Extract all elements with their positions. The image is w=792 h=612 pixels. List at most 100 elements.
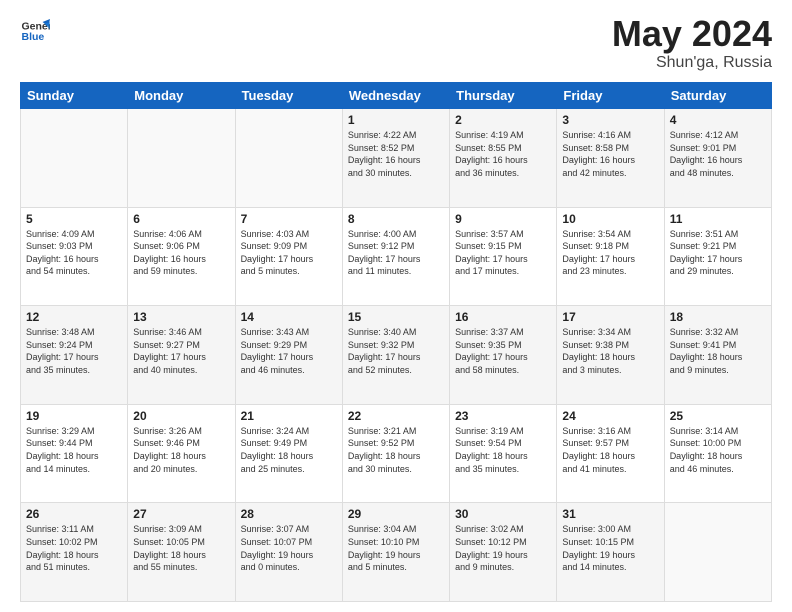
- day-number: 2: [455, 113, 551, 127]
- day-info: Sunrise: 3:43 AM Sunset: 9:29 PM Dayligh…: [241, 326, 337, 376]
- day-number: 11: [670, 212, 766, 226]
- day-number: 17: [562, 310, 658, 324]
- logo-icon: General Blue: [20, 16, 50, 46]
- day-info: Sunrise: 3:57 AM Sunset: 9:15 PM Dayligh…: [455, 228, 551, 278]
- title-location: Shun'ga, Russia: [612, 54, 772, 72]
- calendar-day-cell: 21 Sunrise: 3:24 AM Sunset: 9:49 PM Dayli…: [235, 404, 342, 503]
- calendar-day-cell: 31Sunrise: 3:00 AM Sunset: 10:15 PM Dayl…: [557, 503, 664, 602]
- day-info: Sunrise: 4:00 AM Sunset: 9:12 PM Dayligh…: [348, 228, 444, 278]
- header: General Blue May 2024 Shun'ga, Russia: [20, 16, 772, 72]
- day-info: Sunrise: 3:46 AM Sunset: 9:27 PM Dayligh…: [133, 326, 229, 376]
- day-number: 16: [455, 310, 551, 324]
- svg-text:Blue: Blue: [22, 31, 45, 43]
- day-number: 14: [241, 310, 337, 324]
- day-number: 31: [562, 507, 658, 521]
- col-saturday: Saturday: [664, 83, 771, 109]
- day-number: 18: [670, 310, 766, 324]
- day-number: 26: [26, 507, 122, 521]
- calendar: Sunday Monday Tuesday Wednesday Thursday…: [20, 82, 772, 602]
- day-info: Sunrise: 3:04 AM Sunset: 10:10 PM Daylig…: [348, 523, 444, 573]
- day-info: Sunrise: 3:07 AM Sunset: 10:07 PM Daylig…: [241, 523, 337, 573]
- day-info: Sunrise: 4:16 AM Sunset: 8:58 PM Dayligh…: [562, 129, 658, 179]
- day-number: 1: [348, 113, 444, 127]
- day-info: Sunrise: 3:24 AM Sunset: 9:49 PM Dayligh…: [241, 425, 337, 475]
- day-number: 21: [241, 409, 337, 423]
- day-number: 23: [455, 409, 551, 423]
- day-number: 27: [133, 507, 229, 521]
- day-number: 9: [455, 212, 551, 226]
- calendar-day-cell: 17 Sunrise: 3:34 AM Sunset: 9:38 PM Dayli…: [557, 306, 664, 405]
- calendar-day-cell: 29 Sunrise: 3:04 AM Sunset: 10:10 PM Dayl…: [342, 503, 449, 602]
- day-number: 13: [133, 310, 229, 324]
- day-info: Sunrise: 3:32 AM Sunset: 9:41 PM Dayligh…: [670, 326, 766, 376]
- calendar-week-row: 5Sunrise: 4:09 AM Sunset: 9:03 PM Daylig…: [21, 207, 772, 306]
- calendar-day-cell: 6Sunrise: 4:06 AM Sunset: 9:06 PM Daylig…: [128, 207, 235, 306]
- day-number: 28: [241, 507, 337, 521]
- day-info: Sunrise: 3:14 AM Sunset: 10:00 PM Daylig…: [670, 425, 766, 475]
- day-number: 19: [26, 409, 122, 423]
- day-number: 10: [562, 212, 658, 226]
- day-number: 22: [348, 409, 444, 423]
- day-info: Sunrise: 3:16 AM Sunset: 9:57 PM Dayligh…: [562, 425, 658, 475]
- col-friday: Friday: [557, 83, 664, 109]
- calendar-day-cell: [235, 109, 342, 208]
- calendar-week-row: 1 Sunrise: 4:22 AM Sunset: 8:52 PM Daylig…: [21, 109, 772, 208]
- calendar-day-cell: 11 Sunrise: 3:51 AM Sunset: 9:21 PM Dayli…: [664, 207, 771, 306]
- calendar-day-cell: 3Sunrise: 4:16 AM Sunset: 8:58 PM Daylig…: [557, 109, 664, 208]
- calendar-header-row: Sunday Monday Tuesday Wednesday Thursday…: [21, 83, 772, 109]
- calendar-day-cell: 24 Sunrise: 3:16 AM Sunset: 9:57 PM Dayli…: [557, 404, 664, 503]
- day-info: Sunrise: 3:40 AM Sunset: 9:32 PM Dayligh…: [348, 326, 444, 376]
- col-tuesday: Tuesday: [235, 83, 342, 109]
- calendar-day-cell: 18 Sunrise: 3:32 AM Sunset: 9:41 PM Dayli…: [664, 306, 771, 405]
- calendar-day-cell: 20 Sunrise: 3:26 AM Sunset: 9:46 PM Dayli…: [128, 404, 235, 503]
- calendar-day-cell: 26 Sunrise: 3:11 AM Sunset: 10:02 PM Dayl…: [21, 503, 128, 602]
- calendar-day-cell: 8Sunrise: 4:00 AM Sunset: 9:12 PM Daylig…: [342, 207, 449, 306]
- day-info: Sunrise: 3:11 AM Sunset: 10:02 PM Daylig…: [26, 523, 122, 573]
- day-info: Sunrise: 3:02 AM Sunset: 10:12 PM Daylig…: [455, 523, 551, 573]
- calendar-day-cell: 7Sunrise: 4:03 AM Sunset: 9:09 PM Daylig…: [235, 207, 342, 306]
- day-number: 24: [562, 409, 658, 423]
- day-info: Sunrise: 3:19 AM Sunset: 9:54 PM Dayligh…: [455, 425, 551, 475]
- calendar-day-cell: 4 Sunrise: 4:12 AM Sunset: 9:01 PM Daylig…: [664, 109, 771, 208]
- calendar-week-row: 26 Sunrise: 3:11 AM Sunset: 10:02 PM Dayl…: [21, 503, 772, 602]
- calendar-day-cell: [128, 109, 235, 208]
- calendar-day-cell: 14 Sunrise: 3:43 AM Sunset: 9:29 PM Dayli…: [235, 306, 342, 405]
- calendar-day-cell: 19 Sunrise: 3:29 AM Sunset: 9:44 PM Dayli…: [21, 404, 128, 503]
- day-info: Sunrise: 3:34 AM Sunset: 9:38 PM Dayligh…: [562, 326, 658, 376]
- calendar-day-cell: 12 Sunrise: 3:48 AM Sunset: 9:24 PM Dayli…: [21, 306, 128, 405]
- day-number: 4: [670, 113, 766, 127]
- col-wednesday: Wednesday: [342, 83, 449, 109]
- logo: General Blue: [20, 16, 50, 46]
- day-info: Sunrise: 3:29 AM Sunset: 9:44 PM Dayligh…: [26, 425, 122, 475]
- day-info: Sunrise: 3:37 AM Sunset: 9:35 PM Dayligh…: [455, 326, 551, 376]
- day-number: 29: [348, 507, 444, 521]
- day-number: 30: [455, 507, 551, 521]
- calendar-day-cell: 22Sunrise: 3:21 AM Sunset: 9:52 PM Dayli…: [342, 404, 449, 503]
- title-month: May 2024: [612, 16, 772, 52]
- day-info: Sunrise: 4:12 AM Sunset: 9:01 PM Dayligh…: [670, 129, 766, 179]
- calendar-day-cell: 15 Sunrise: 3:40 AM Sunset: 9:32 PM Dayli…: [342, 306, 449, 405]
- calendar-day-cell: 13 Sunrise: 3:46 AM Sunset: 9:27 PM Dayli…: [128, 306, 235, 405]
- day-info: Sunrise: 3:51 AM Sunset: 9:21 PM Dayligh…: [670, 228, 766, 278]
- day-info: Sunrise: 3:48 AM Sunset: 9:24 PM Dayligh…: [26, 326, 122, 376]
- page: General Blue May 2024 Shun'ga, Russia Su…: [0, 0, 792, 612]
- day-info: Sunrise: 4:22 AM Sunset: 8:52 PM Dayligh…: [348, 129, 444, 179]
- calendar-day-cell: 10Sunrise: 3:54 AM Sunset: 9:18 PM Dayli…: [557, 207, 664, 306]
- day-number: 5: [26, 212, 122, 226]
- calendar-day-cell: 30 Sunrise: 3:02 AM Sunset: 10:12 PM Dayl…: [450, 503, 557, 602]
- day-info: Sunrise: 3:09 AM Sunset: 10:05 PM Daylig…: [133, 523, 229, 573]
- calendar-day-cell: 9 Sunrise: 3:57 AM Sunset: 9:15 PM Daylig…: [450, 207, 557, 306]
- calendar-day-cell: [21, 109, 128, 208]
- calendar-day-cell: 16 Sunrise: 3:37 AM Sunset: 9:35 PM Dayli…: [450, 306, 557, 405]
- day-number: 12: [26, 310, 122, 324]
- calendar-day-cell: 5Sunrise: 4:09 AM Sunset: 9:03 PM Daylig…: [21, 207, 128, 306]
- title-block: May 2024 Shun'ga, Russia: [612, 16, 772, 72]
- day-info: Sunrise: 3:26 AM Sunset: 9:46 PM Dayligh…: [133, 425, 229, 475]
- calendar-day-cell: 2Sunrise: 4:19 AM Sunset: 8:55 PM Daylig…: [450, 109, 557, 208]
- day-number: 7: [241, 212, 337, 226]
- day-number: 6: [133, 212, 229, 226]
- calendar-week-row: 19 Sunrise: 3:29 AM Sunset: 9:44 PM Dayli…: [21, 404, 772, 503]
- calendar-week-row: 12 Sunrise: 3:48 AM Sunset: 9:24 PM Dayli…: [21, 306, 772, 405]
- day-number: 20: [133, 409, 229, 423]
- day-number: 15: [348, 310, 444, 324]
